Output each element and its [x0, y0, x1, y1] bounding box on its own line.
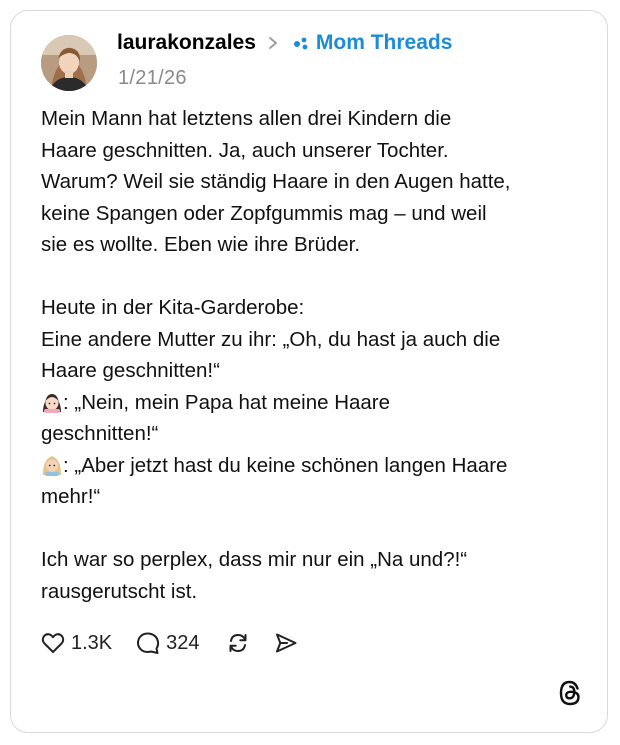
post-line: mehr!“ [41, 485, 101, 508]
post-actions: 1.3K 324 [41, 628, 298, 658]
post-line: geschnitten!“ [41, 422, 159, 445]
post-line: Haare geschnitten. Ja, auch unserer Toch… [41, 138, 449, 162]
repost-button[interactable] [226, 631, 250, 655]
post-line-text: : „Aber jetzt hast du keine schönen lang… [63, 453, 508, 477]
post-line: Haare geschnitten!“ [41, 359, 220, 382]
post-line: Ich war so perplex, dass mir nur ein „Na… [41, 548, 468, 571]
like-button[interactable]: 1.3K [41, 632, 112, 655]
like-count: 1.3K [71, 631, 113, 654]
community-link[interactable]: Mom Threads [292, 31, 453, 55]
reply-button[interactable]: 324 [136, 631, 200, 655]
woman-emoji [41, 454, 63, 476]
repost-icon [226, 631, 250, 655]
username-link[interactable]: laurakonzales [117, 31, 256, 55]
post-line: Warum? Weil sie ständig Haare in den Aug… [41, 170, 511, 193]
post-date: 1/21/26 [118, 67, 187, 89]
post-line: Mein Mann hat letztens allen drei Kinder… [41, 107, 452, 130]
reply-count: 324 [166, 631, 200, 654]
post-line: keine Spangen oder Zopfgummis mag – und … [41, 201, 487, 225]
heart-icon [41, 632, 65, 654]
chevron-right-icon [266, 36, 280, 50]
share-button[interactable] [274, 631, 298, 655]
post-line-text: : „Nein, mein Papa hat meine Haare [63, 390, 391, 414]
avatar[interactable] [41, 35, 97, 91]
post-line: rausgerutscht ist. [41, 579, 198, 603]
comment-icon [136, 631, 160, 655]
threads-logo-icon[interactable] [557, 679, 583, 707]
post-text: Mein Mann hat letztens allen drei Kinder… [41, 103, 566, 607]
post-header: laurakonzales Mom Threads [117, 28, 452, 58]
girl-emoji [41, 391, 63, 413]
send-icon [274, 631, 298, 655]
community-name: Mom Threads [315, 31, 453, 54]
post-line-with-emoji: : „Nein, mein Papa hat meine Haare [41, 387, 566, 419]
post-line: Eine andere Mutter zu ihr: „Oh, du hast … [41, 327, 501, 351]
post-line-with-emoji: : „Aber jetzt hast du keine schönen lang… [41, 450, 566, 482]
post-line: sie es wollte. Eben wie ihre Brüder. [41, 233, 361, 256]
post-line: Heute in der Kita-Garderobe: [41, 296, 305, 319]
community-dots-icon [292, 35, 310, 51]
